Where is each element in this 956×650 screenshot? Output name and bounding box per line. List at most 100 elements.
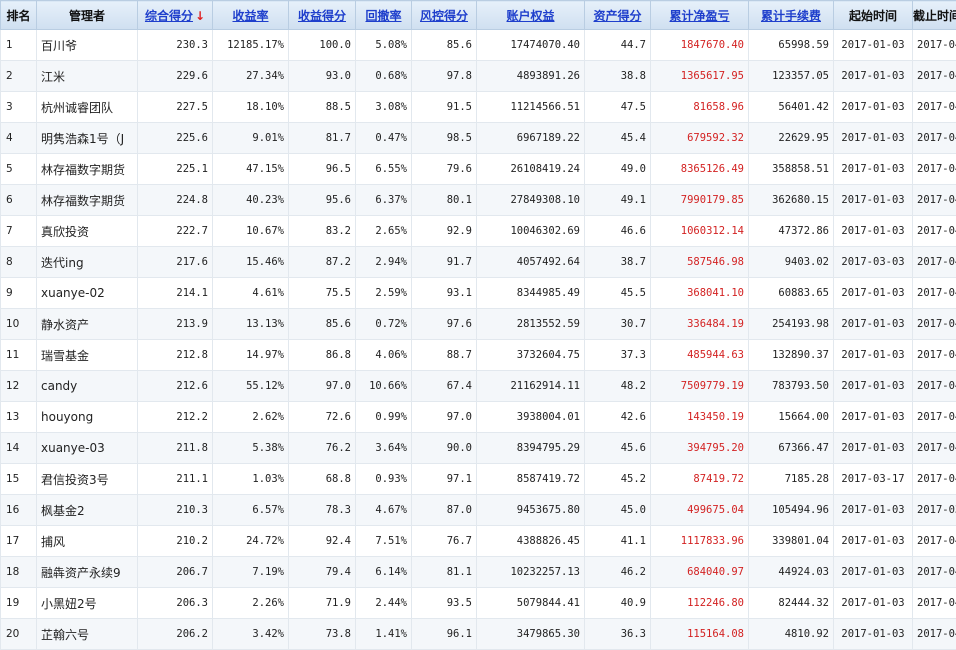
cell-drawdown: 5.08% bbox=[356, 30, 412, 61]
cell-fees: 67366.47 bbox=[749, 433, 834, 464]
cell-equity: 3479865.30 bbox=[477, 619, 585, 650]
cell-rank: 14 bbox=[1, 433, 37, 464]
header-equity-label[interactable]: 账户权益 bbox=[506, 9, 554, 23]
cell-net-pnl: 485944.63 bbox=[651, 340, 749, 371]
cell-rank: 19 bbox=[1, 588, 37, 619]
cell-fees: 56401.42 bbox=[749, 92, 834, 123]
ranking-table: 排名管理者综合得分↓收益率收益得分回撤率风控得分账户权益资产得分累计净盈亏累计手… bbox=[0, 0, 956, 650]
cell-fees: 65998.59 bbox=[749, 30, 834, 61]
header-asset-score-label[interactable]: 资产得分 bbox=[593, 9, 641, 23]
cell-net-pnl: 336484.19 bbox=[651, 309, 749, 340]
header-drawdown-label[interactable]: 回撤率 bbox=[365, 9, 401, 23]
cell-fees: 82444.32 bbox=[749, 588, 834, 619]
header-fees[interactable]: 累计手续费 bbox=[749, 1, 834, 30]
header-return-rate-label[interactable]: 收益率 bbox=[232, 9, 268, 23]
cell-end-date: 2017-04-10 bbox=[913, 154, 956, 185]
cell-asset-score: 44.7 bbox=[585, 30, 651, 61]
cell-end-date: 2017-04-10 bbox=[913, 433, 956, 464]
cell-end-date: 2017-04-10 bbox=[913, 588, 956, 619]
header-asset-score[interactable]: 资产得分 bbox=[585, 1, 651, 30]
cell-return-score: 100.0 bbox=[289, 30, 356, 61]
cell-manager: 杭州诚睿团队 bbox=[37, 92, 138, 123]
cell-manager: 小黑妞2号 bbox=[37, 588, 138, 619]
cell-risk-score: 87.0 bbox=[412, 495, 477, 526]
cell-drawdown: 6.14% bbox=[356, 557, 412, 588]
cell-net-pnl: 8365126.49 bbox=[651, 154, 749, 185]
cell-return-rate: 1.03% bbox=[213, 464, 289, 495]
cell-asset-score: 36.3 bbox=[585, 619, 651, 650]
cell-net-pnl: 1365617.95 bbox=[651, 61, 749, 92]
sort-desc-arrow-icon[interactable]: ↓ bbox=[195, 9, 205, 23]
cell-equity: 8344985.49 bbox=[477, 278, 585, 309]
cell-return-score: 85.6 bbox=[289, 309, 356, 340]
header-total-score-label[interactable]: 综合得分 bbox=[145, 9, 193, 23]
cell-fees: 47372.86 bbox=[749, 216, 834, 247]
cell-risk-score: 80.1 bbox=[412, 185, 477, 216]
header-return-score-label[interactable]: 收益得分 bbox=[298, 9, 346, 23]
table-row: 6林存福数字期货224.840.23%95.66.37%80.127849308… bbox=[1, 185, 956, 216]
header-risk-score-label[interactable]: 风控得分 bbox=[420, 9, 468, 23]
cell-rank: 17 bbox=[1, 526, 37, 557]
cell-fees: 783793.50 bbox=[749, 371, 834, 402]
cell-fees: 123357.05 bbox=[749, 61, 834, 92]
cell-return-rate: 2.62% bbox=[213, 402, 289, 433]
cell-risk-score: 85.6 bbox=[412, 30, 477, 61]
cell-drawdown: 0.99% bbox=[356, 402, 412, 433]
cell-rank: 9 bbox=[1, 278, 37, 309]
cell-return-score: 75.5 bbox=[289, 278, 356, 309]
cell-asset-score: 48.2 bbox=[585, 371, 651, 402]
cell-rank: 7 bbox=[1, 216, 37, 247]
cell-fees: 7185.28 bbox=[749, 464, 834, 495]
header-net-pnl-label[interactable]: 累计净盈亏 bbox=[669, 9, 729, 23]
header-equity[interactable]: 账户权益 bbox=[477, 1, 585, 30]
cell-total-score: 210.3 bbox=[138, 495, 213, 526]
cell-drawdown: 4.06% bbox=[356, 340, 412, 371]
header-return-score[interactable]: 收益得分 bbox=[289, 1, 356, 30]
cell-end-date: 2017-04-10 bbox=[913, 278, 956, 309]
cell-fees: 22629.95 bbox=[749, 123, 834, 154]
cell-drawdown: 3.08% bbox=[356, 92, 412, 123]
cell-return-score: 81.7 bbox=[289, 123, 356, 154]
cell-return-rate: 2.26% bbox=[213, 588, 289, 619]
header-drawdown[interactable]: 回撤率 bbox=[356, 1, 412, 30]
cell-fees: 132890.37 bbox=[749, 340, 834, 371]
cell-end-date: 2017-04-10 bbox=[913, 216, 956, 247]
cell-return-rate: 55.12% bbox=[213, 371, 289, 402]
cell-start-date: 2017-01-03 bbox=[834, 557, 913, 588]
cell-equity: 4057492.64 bbox=[477, 247, 585, 278]
cell-end-date: 2017-04-10 bbox=[913, 247, 956, 278]
cell-start-date: 2017-01-03 bbox=[834, 92, 913, 123]
cell-total-score: 211.8 bbox=[138, 433, 213, 464]
header-return-rate[interactable]: 收益率 bbox=[213, 1, 289, 30]
cell-end-date: 2017-04-10 bbox=[913, 30, 956, 61]
cell-start-date: 2017-01-03 bbox=[834, 340, 913, 371]
cell-asset-score: 49.0 bbox=[585, 154, 651, 185]
cell-total-score: 230.3 bbox=[138, 30, 213, 61]
table-row: 12candy212.655.12%97.010.66%67.421162914… bbox=[1, 371, 956, 402]
cell-drawdown: 6.37% bbox=[356, 185, 412, 216]
cell-return-rate: 18.10% bbox=[213, 92, 289, 123]
cell-fees: 9403.02 bbox=[749, 247, 834, 278]
header-fees-label[interactable]: 累计手续费 bbox=[761, 9, 821, 23]
cell-drawdown: 0.72% bbox=[356, 309, 412, 340]
cell-equity: 9453675.80 bbox=[477, 495, 585, 526]
cell-return-score: 86.8 bbox=[289, 340, 356, 371]
cell-total-score: 227.5 bbox=[138, 92, 213, 123]
cell-rank: 10 bbox=[1, 309, 37, 340]
cell-net-pnl: 7990179.85 bbox=[651, 185, 749, 216]
cell-return-rate: 24.72% bbox=[213, 526, 289, 557]
table-row: 20芷翰六号206.23.42%73.81.41%96.13479865.303… bbox=[1, 619, 956, 650]
cell-rank: 15 bbox=[1, 464, 37, 495]
cell-drawdown: 7.51% bbox=[356, 526, 412, 557]
cell-rank: 8 bbox=[1, 247, 37, 278]
header-total-score[interactable]: 综合得分↓ bbox=[138, 1, 213, 30]
cell-risk-score: 79.6 bbox=[412, 154, 477, 185]
cell-risk-score: 97.1 bbox=[412, 464, 477, 495]
header-net-pnl[interactable]: 累计净盈亏 bbox=[651, 1, 749, 30]
header-risk-score[interactable]: 风控得分 bbox=[412, 1, 477, 30]
cell-return-score: 72.6 bbox=[289, 402, 356, 433]
cell-equity: 6967189.22 bbox=[477, 123, 585, 154]
cell-fees: 339801.04 bbox=[749, 526, 834, 557]
cell-net-pnl: 394795.20 bbox=[651, 433, 749, 464]
cell-return-score: 73.8 bbox=[289, 619, 356, 650]
